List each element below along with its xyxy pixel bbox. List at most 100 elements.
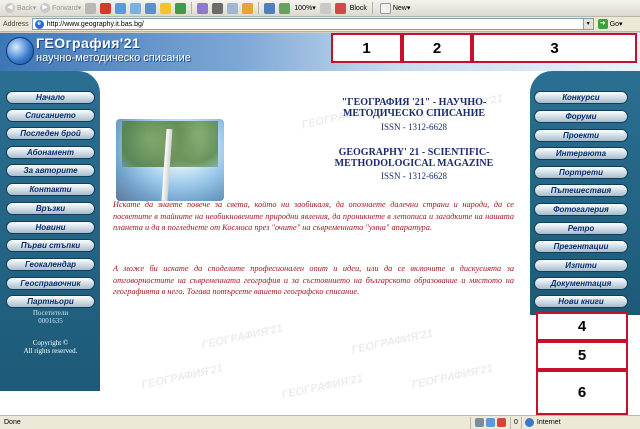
counter-value: 0001635 [38,317,63,325]
mail-icon[interactable] [197,2,209,14]
right-nav-projects[interactable]: Проекти [534,129,628,142]
right-nav-interviews[interactable]: Интервюта [534,147,628,160]
toolbar-separator [371,2,373,14]
back-button[interactable]: ◀ Back ▾ [3,1,38,15]
title-bulgarian: "ГЕОГРАФИЯ '21" - НАУЧНО-МЕТОДИЧЕСКО СПИ… [341,97,487,119]
toolbar-separator [191,2,193,14]
search-icon[interactable] [145,2,157,14]
tools-icon[interactable] [264,2,276,14]
right-nav-portraits[interactable]: Портрети [534,166,628,179]
marker-box-1: 1 [331,33,402,63]
zoom-control[interactable]: 100% ▾ [292,1,317,15]
watermark: ГЕОГРАФИЯ'21 [200,322,285,352]
favorites-star-icon[interactable] [160,2,172,14]
left-nav-contacts[interactable]: Контакти [6,183,95,196]
left-nav-geocalendar[interactable]: Геокалендар [6,258,95,271]
birch-tree-photo [116,119,224,201]
address-label: Address [3,20,29,28]
address-dropdown-icon[interactable]: ▾ [583,18,594,30]
title-english: GEOGRAPHY' 21 - SCIENTIFIC-METHODOLOGICA… [334,147,494,169]
browser-toolbar: ◀ Back ▾ ▶ Forward ▾ 100% ▾ Block New ▾ [0,0,640,17]
print-icon[interactable] [212,2,224,14]
edit-icon[interactable] [227,2,239,14]
right-nav-documentation[interactable]: Документация [534,277,628,290]
globe-logo-icon [6,37,34,65]
messenger-icon[interactable] [242,2,254,14]
intro-paragraph-2: А може би искате да споделите професиона… [113,264,514,296]
toolbar-separator [258,2,260,14]
status-icons [470,416,510,429]
right-nav-exams[interactable]: Изпити [534,259,628,272]
rss-icon[interactable] [319,2,331,14]
right-nav-forums[interactable]: Форуми [534,110,628,123]
page-menu-icon[interactable] [85,2,97,14]
status-zone: Internet [520,416,609,429]
download-icon [486,418,495,427]
left-nav-subscription[interactable]: Абонамент [6,146,95,159]
status-bar: Done 0 Internet [0,415,640,429]
popup-icon[interactable] [334,2,346,14]
back-arrow-icon: ◀ [5,3,15,13]
watermark: ГЕОГРАФИЯ'21 [280,372,365,402]
marker-box-3: 3 [472,33,637,63]
address-input[interactable]: e http://www.geography.it.bas.bg/ [31,18,584,30]
go-button[interactable]: ➜ Go ▾ [597,19,623,29]
research-icon[interactable] [279,2,291,14]
right-nav-travels[interactable]: Пътешествия [534,184,628,197]
block-button[interactable]: Block [348,1,369,15]
left-nav-home[interactable]: Начало [6,91,95,104]
issn-bulgarian: ISSN - 1312-6628 [380,122,447,132]
go-label: Go [609,20,620,28]
left-nav-news[interactable]: Новини [6,221,95,234]
internet-zone-icon [524,418,534,427]
zone-label: Internet [536,419,561,426]
issn-english: ISSN - 1312-6628 [380,171,447,181]
address-bar: Address e http://www.geography.it.bas.bg… [0,17,640,32]
history-icon[interactable] [175,2,187,14]
watermark: ГЕОГРАФИЯ'21 [350,327,435,357]
address-url: http://www.geography.it.bas.bg/ [46,20,144,28]
zoom-level: 100% [294,4,313,12]
go-arrow-icon: ➜ [597,19,608,29]
popup-blocked-icon [497,418,506,427]
left-nav-first-steps[interactable]: Първи стъпки [6,239,95,252]
marker-box-2: 2 [402,33,472,63]
logo-title[interactable]: ГЕОграфия'21 [36,35,140,51]
copyright-line2: All rights reserved. [23,347,78,355]
home-icon[interactable] [130,2,142,14]
counter-label: Посетители [32,309,69,317]
left-nav-latest-issue[interactable]: Последен брой [6,127,95,140]
visitor-counter: Посетители 0001635 [6,309,95,325]
security-icon [475,418,484,427]
left-nav-links[interactable]: Връзки [6,202,95,215]
copyright: Copyright © All rights reserved. [6,339,95,355]
right-nav-new-books[interactable]: Нови книги [534,295,628,308]
status-text: Done [4,419,21,426]
intro-paragraph-1: Искате да знаете повече за света, който … [113,200,514,232]
right-nav-presentations[interactable]: Презентации [534,240,628,253]
back-label: Back [17,4,33,12]
left-nav-georeference[interactable]: Геосправочник [6,277,95,290]
stop-icon[interactable] [100,2,112,14]
marker-box-6: 6 [536,370,628,415]
left-nav-partners[interactable]: Партньори [6,295,95,308]
new-page-icon [379,2,391,14]
left-nav-for-authors[interactable]: За авторите [6,164,95,177]
forward-button[interactable]: ▶ Forward ▾ [38,1,83,15]
new-label: New [392,4,407,12]
web-page: ГЕОграфия'21 научно-методическо списание… [0,33,640,415]
new-button[interactable]: New ▾ [376,1,413,15]
block-label: Block [349,4,367,12]
right-nav-contests[interactable]: Конкурси [534,91,628,104]
forward-label: Forward [52,4,78,12]
forward-arrow-icon: ▶ [40,3,51,13]
refresh-icon[interactable] [115,2,127,14]
left-nav-magazine[interactable]: Списанието [6,109,95,122]
marker-box-4: 4 [536,312,628,341]
watermark: ГЕОГРАФИЯ'21 [410,362,495,392]
right-nav-photogallery[interactable]: Фотогалерия [534,203,628,216]
copyright-line1: Copyright © [32,339,69,347]
right-nav-retro[interactable]: Ретро [534,222,628,235]
watermark: ГЕОГРАФИЯ'21 [140,362,225,392]
status-count: 0 [510,416,521,429]
